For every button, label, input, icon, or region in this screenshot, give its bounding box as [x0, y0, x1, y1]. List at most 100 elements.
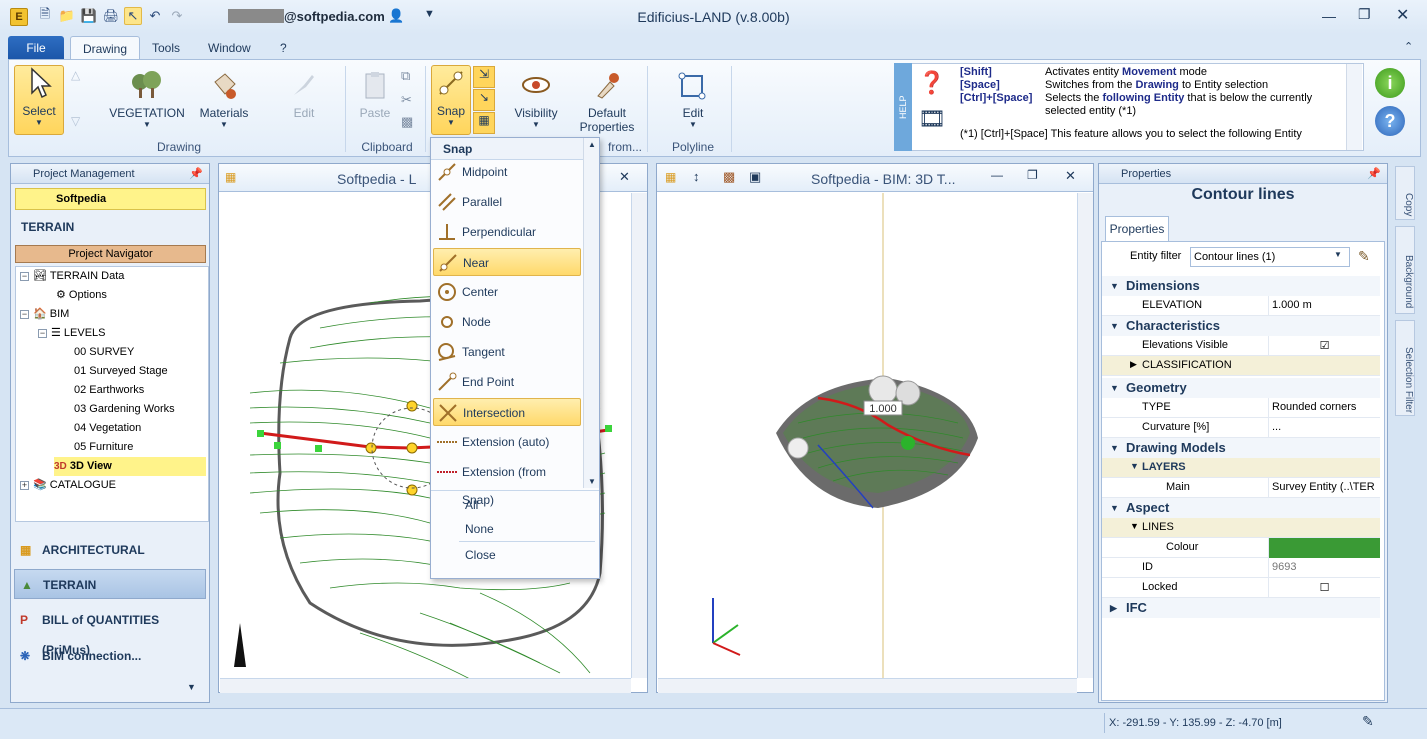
snap-center[interactable]: Center [433, 278, 581, 306]
copy-icon[interactable]: ⧉ [401, 68, 410, 84]
texture-icon[interactable]: ▩ [723, 169, 735, 185]
property-elevations-visible[interactable]: Elevations Visible ☑ [1102, 336, 1380, 356]
category-geometry[interactable]: ▼ Geometry [1102, 378, 1380, 398]
property-layers[interactable]: ▼ LAYERS [1102, 458, 1380, 478]
minimize-icon[interactable]: — [1322, 8, 1336, 24]
3d-canvas[interactable]: 1.000 [658, 193, 1076, 679]
3d-horizontal-scrollbar[interactable] [658, 678, 1077, 693]
snap-tangent[interactable]: Tangent [433, 338, 581, 366]
snap-none-button[interactable]: None [465, 522, 494, 536]
close-icon[interactable]: ✕ [1396, 5, 1409, 25]
property-elevation[interactable]: ELEVATION 1.000 m [1102, 296, 1380, 316]
snap-end-point[interactable]: End Point [433, 368, 581, 396]
tab-file[interactable]: File [8, 36, 64, 60]
project-navigator-tab[interactable]: Project Navigator [15, 245, 206, 263]
snap-node[interactable]: Node [433, 308, 581, 336]
fit-view-icon[interactable]: ↕ [693, 169, 700, 184]
tree-item-bim[interactable]: − 🏠 BIM [20, 305, 69, 324]
snap-button[interactable]: Snap ▼ [431, 65, 471, 135]
tree-item-level[interactable]: 00 SURVEY [74, 343, 134, 362]
zoom-extent-icon[interactable]: ▣ [749, 169, 761, 185]
ribbon-collapse-icon[interactable]: ⌃ [1404, 40, 1413, 53]
up-arrow-icon[interactable]: △ [71, 68, 80, 82]
snap-near[interactable]: Near [433, 248, 581, 276]
cut-icon[interactable]: ✂ [401, 92, 412, 108]
snap-extension-from-snap[interactable]: Extension (from Snap) [433, 458, 581, 507]
3d-view-close-icon[interactable]: ✕ [1065, 168, 1076, 184]
entity-filter-select[interactable]: Contour lines (1) [1190, 247, 1350, 267]
3d-view-minimize-icon[interactable]: — [991, 168, 1003, 182]
more-modules-icon[interactable]: ▼ [187, 682, 196, 692]
status-tool-icon[interactable]: ✎ [1362, 713, 1374, 730]
paste-special-icon[interactable]: ▩ [401, 114, 413, 130]
properties-tab[interactable]: Properties [1105, 216, 1169, 242]
snap-close-button[interactable]: Close [465, 548, 496, 562]
3d-view-restore-icon[interactable]: ❐ [1027, 168, 1038, 182]
snap-diagonal-icon[interactable]: ↘ [473, 89, 495, 111]
snap-grid-icon[interactable]: ▦ [473, 112, 495, 134]
down-arrow-icon[interactable]: ▽ [71, 114, 80, 128]
side-tab-copy[interactable]: Copy [1395, 166, 1415, 220]
property-locked[interactable]: Locked ☐ [1102, 578, 1380, 598]
snap-intersection[interactable]: Intersection [433, 398, 581, 426]
category-aspect[interactable]: ▼ Aspect [1102, 498, 1380, 518]
tree-item-level[interactable]: 02 Earthworks [74, 381, 144, 400]
category-drawing-models[interactable]: ▼ Drawing Models [1102, 438, 1380, 458]
snap-menu-scrollbar[interactable]: ▲ ▼ [583, 138, 599, 488]
plan-vertical-scrollbar[interactable] [631, 193, 647, 678]
category-characteristics[interactable]: ▼ Characteristics [1102, 316, 1380, 336]
restore-icon[interactable]: ❐ [1358, 6, 1371, 23]
tab-window[interactable]: Window [196, 36, 263, 60]
checkbox-checked[interactable]: ☑ [1268, 336, 1380, 356]
category-ifc[interactable]: ▶ IFC [1102, 598, 1380, 618]
module-bim-connection[interactable]: ❋ BIM connection... [14, 641, 206, 671]
category-dimensions[interactable]: ▼ Dimensions [1102, 276, 1380, 296]
visibility-button[interactable]: Visibility ▼ [509, 68, 563, 129]
module-bill-of-quantities[interactable]: P BILL of QUANTITIES (PriMus) [14, 605, 206, 657]
tree-item-catalogue[interactable]: + 📚 CATALOGUE [20, 476, 116, 495]
tree-item-3d-view[interactable]: 3D 3D View [54, 457, 206, 476]
materials-button[interactable]: Materials ▼ [195, 68, 253, 129]
filter-edit-icon[interactable]: ✎ [1358, 248, 1370, 265]
tab-drawing[interactable]: Drawing [70, 36, 141, 60]
tab-tools[interactable]: Tools [140, 36, 192, 60]
snap-parallel[interactable]: Parallel [433, 188, 581, 216]
module-terrain[interactable]: ▲ TERRAIN [14, 569, 206, 599]
help-tab[interactable]: HELP [894, 63, 912, 151]
vegetation-button[interactable]: VEGETATION ▼ [105, 68, 189, 129]
tree-item-terrain-data[interactable]: − 🏞 TERRAIN Data [20, 267, 124, 286]
property-lines[interactable]: ▼ LINES [1102, 518, 1380, 538]
project-name[interactable]: Softpedia [15, 188, 206, 210]
checkbox-unchecked[interactable]: ☐ [1268, 578, 1380, 598]
snap-midpoint[interactable]: Midpoint [433, 158, 581, 186]
snap-perpendicular[interactable]: Perpendicular [433, 218, 581, 246]
tree-item-level[interactable]: 05 Furniture [74, 438, 133, 457]
property-id[interactable]: ID 9693 [1102, 558, 1380, 578]
help-scrollbar[interactable] [1346, 64, 1362, 150]
pin-icon[interactable]: 📌 [189, 164, 203, 184]
snap-all-button[interactable]: All [465, 498, 478, 512]
info-icon[interactable]: i [1375, 68, 1405, 98]
colour-swatch[interactable] [1268, 538, 1380, 558]
tab-help[interactable]: ? [268, 36, 299, 60]
snap-extension-auto[interactable]: Extension (auto) [433, 428, 581, 456]
tree-item-levels[interactable]: − ☰ LEVELS [38, 324, 106, 343]
property-colour[interactable]: Colour [1102, 538, 1380, 558]
side-tab-background[interactable]: Background [1395, 226, 1415, 314]
polyline-edit-button[interactable]: Edit ▼ [669, 68, 717, 129]
tree-item-level[interactable]: 01 Surveyed Stage [74, 362, 168, 381]
pin-icon[interactable]: 📌 [1367, 164, 1381, 184]
plan-view-close-icon[interactable]: ✕ [619, 169, 630, 185]
snap-ortho-icon[interactable]: ⇲ [473, 66, 495, 88]
edit-disabled-button[interactable]: Edit [281, 68, 327, 120]
question-icon[interactable]: ? [1375, 106, 1405, 136]
module-architectural[interactable]: ▦ ARCHITECTURAL [14, 535, 206, 565]
select-button[interactable]: Select ▼ [14, 65, 64, 135]
property-type[interactable]: TYPE Rounded corners [1102, 398, 1380, 418]
side-tab-selection-filter[interactable]: Selection Filter [1395, 320, 1415, 416]
paste-button[interactable]: Paste [355, 68, 395, 120]
tree-item-level[interactable]: 03 Gardening Works [74, 400, 175, 419]
plan-horizontal-scrollbar[interactable] [220, 678, 631, 693]
tree-item-level[interactable]: 04 Vegetation [74, 419, 141, 438]
3d-vertical-scrollbar[interactable] [1077, 193, 1093, 678]
